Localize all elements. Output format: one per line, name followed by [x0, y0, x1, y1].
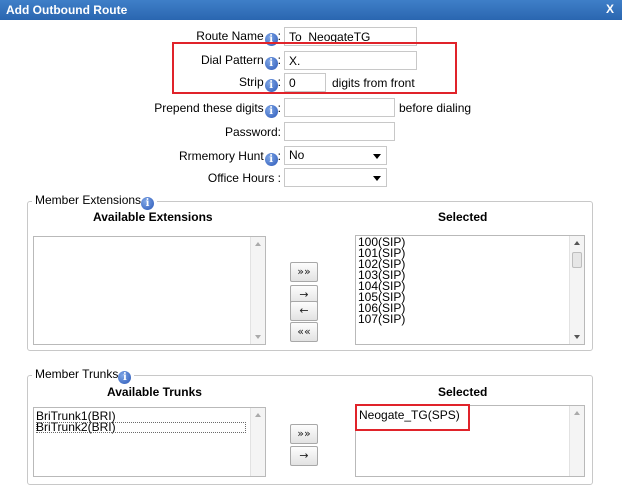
password-label: Password:	[224, 125, 281, 139]
office-hours-select[interactable]	[284, 168, 387, 187]
add-all-trunks-button[interactable]: »»	[290, 424, 318, 444]
selected-extensions-list[interactable]: 100(SIP) 101(SIP) 102(SIP) 103(SIP) 104(…	[355, 235, 585, 345]
password-input[interactable]	[284, 122, 395, 141]
available-extensions-list[interactable]	[33, 236, 266, 345]
scroll-down-icon	[255, 335, 261, 339]
title-bar: Add Outbound Route X	[0, 0, 622, 20]
scrollbar[interactable]	[569, 406, 584, 476]
chevron-down-icon	[373, 154, 381, 159]
remove-all-extensions-button[interactable]: ««	[290, 322, 318, 342]
highlight-box	[355, 404, 470, 431]
list-item[interactable]: 107(SIP)	[358, 313, 405, 325]
scrollbar[interactable]	[250, 237, 265, 344]
office-hours-label: Office Hours :	[207, 171, 281, 185]
chevron-down-icon	[373, 176, 381, 181]
available-trunks-list[interactable]: BriTrunk1(BRI) BriTrunk2(BRI)	[33, 407, 266, 477]
prepend-label: Prepend these digits i:	[154, 101, 281, 118]
info-icon[interactable]: i	[264, 105, 278, 118]
rrmemory-select[interactable]: No	[284, 146, 387, 165]
add-all-extensions-button[interactable]: »»	[290, 262, 318, 282]
close-button[interactable]: X	[606, 2, 614, 16]
list-item[interactable]: BriTrunk2(BRI)	[36, 421, 246, 433]
member-extensions-legend: Member Extensions i	[32, 193, 158, 210]
selected-extensions-header: Selected	[438, 210, 488, 224]
window-title: Add Outbound Route	[6, 3, 128, 17]
remove-extension-button[interactable]: ←	[290, 301, 318, 321]
add-trunk-button[interactable]: →	[290, 446, 318, 466]
scroll-down-icon	[574, 335, 580, 339]
available-trunks-header: Available Trunks	[107, 385, 202, 399]
rrmemory-label: Rrmemory Hunt i:	[178, 149, 281, 166]
info-icon[interactable]: i	[141, 197, 155, 210]
rrmemory-value: No	[289, 148, 305, 162]
prepend-suffix: before dialing	[399, 101, 472, 115]
info-icon[interactable]: i	[264, 153, 278, 166]
info-icon[interactable]: i	[118, 371, 132, 384]
scroll-up-icon	[255, 242, 261, 246]
scroll-thumb[interactable]	[572, 252, 582, 268]
scroll-up-icon	[574, 411, 580, 415]
scroll-up-icon	[255, 413, 261, 417]
selected-trunks-header: Selected	[438, 385, 488, 399]
prepend-input[interactable]	[284, 98, 395, 117]
highlight-box	[172, 42, 457, 94]
available-extensions-header: Available Extensions	[93, 210, 213, 224]
scrollbar[interactable]	[569, 236, 584, 344]
scrollbar[interactable]	[250, 408, 265, 476]
available-trunks-items: BriTrunk1(BRI) BriTrunk2(BRI)	[36, 410, 246, 433]
scroll-up-icon	[574, 241, 580, 245]
member-trunks-legend: Member Trunks i	[32, 367, 135, 384]
selected-extensions-items: 100(SIP) 101(SIP) 102(SIP) 103(SIP) 104(…	[358, 236, 405, 325]
